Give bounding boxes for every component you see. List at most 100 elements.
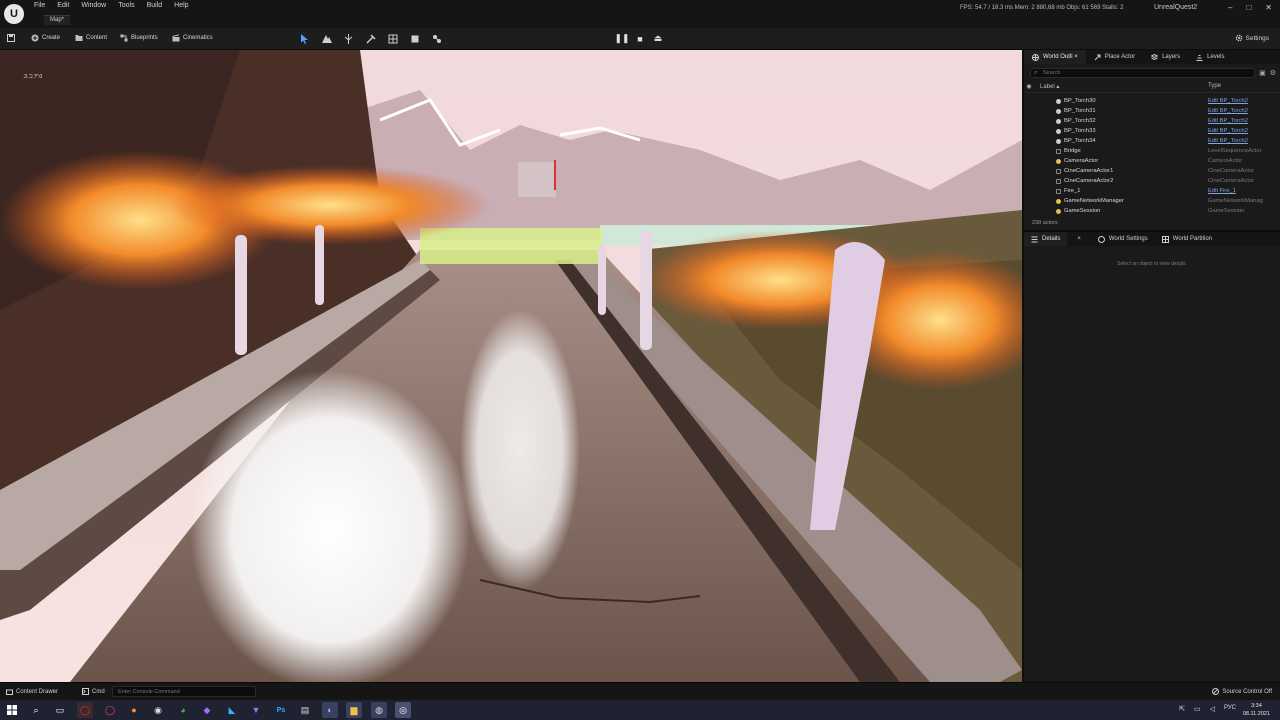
tab-world-outliner[interactable]: World Outli × <box>1024 50 1086 64</box>
paint-mode-icon[interactable] <box>365 33 376 44</box>
outliner-search[interactable]: ⌕ <box>1030 68 1255 78</box>
label-column-header[interactable]: Label ▴ <box>1034 83 1208 92</box>
viewport-overlay-text: スコア:0 <box>23 74 43 80</box>
layers-icon <box>1151 53 1159 60</box>
outliner-row[interactable]: Bridge LevelSequenceActor <box>1024 146 1280 156</box>
menu-build[interactable]: Build <box>147 2 163 9</box>
settings-button[interactable]: Settings <box>1235 34 1269 42</box>
console-command-input[interactable] <box>112 686 256 697</box>
foliage-mode-icon[interactable] <box>343 33 354 44</box>
rider-icon[interactable]: ▼ <box>248 702 264 718</box>
tab-world-settings[interactable]: World Settings <box>1091 232 1155 246</box>
source-control-button[interactable]: Source Control Off <box>1212 688 1272 695</box>
save-icon <box>7 34 15 42</box>
visual-studio-icon[interactable]: ◆ <box>199 702 215 718</box>
actor-type-link[interactable]: Edit BP_Torch2 <box>1208 128 1248 134</box>
epic-launcher-icon[interactable]: ◍ <box>371 702 387 718</box>
actor-name-cell: CineCameraActor2 <box>1024 178 1208 184</box>
vscode-icon[interactable]: ◣ <box>224 702 240 718</box>
actor-name-cell: GameNetworkManager <box>1024 198 1208 204</box>
discord-icon[interactable]: ◐ <box>322 702 338 718</box>
unreal-logo-icon[interactable]: U <box>4 4 24 24</box>
stop-button[interactable]: ■ <box>635 33 645 44</box>
fracture-mode-icon[interactable] <box>409 33 420 44</box>
landscape-mode-icon[interactable] <box>321 33 332 44</box>
tray-battery-icon[interactable]: ▭ <box>1194 705 1201 713</box>
actor-type-link[interactable]: Edit BP_Torch2 <box>1208 138 1248 144</box>
outliner-tools: ▣ ⚙ <box>1259 69 1276 77</box>
save-button[interactable] <box>7 34 15 42</box>
opera-icon[interactable]: ◯ <box>77 702 93 718</box>
outliner-row[interactable]: BP_Torch33 Edit BP_Torch2 <box>1024 126 1280 136</box>
photoshop-icon[interactable]: Ps <box>273 702 289 718</box>
menu-help[interactable]: Help <box>174 2 188 9</box>
menu-tools[interactable]: Tools <box>118 2 134 9</box>
map-tab[interactable]: Map* <box>44 15 71 25</box>
outliner-row[interactable]: BP_Torch31 Edit BP_Torch2 <box>1024 106 1280 116</box>
audio-icon[interactable]: ▤ <box>297 702 313 718</box>
select-mode-icon[interactable] <box>299 33 310 44</box>
outliner-row[interactable]: BP_Torch34 Edit BP_Torch2 <box>1024 136 1280 146</box>
content-drawer-button[interactable]: Content Drawer <box>6 688 58 695</box>
outliner-settings-icon[interactable]: ⚙ <box>1270 69 1276 77</box>
add-folder-icon[interactable]: ▣ <box>1259 69 1266 77</box>
actor-type-link[interactable]: Edit Fire_1 <box>1208 188 1236 194</box>
actor-type-link[interactable]: Edit BP_Torch2 <box>1208 118 1248 124</box>
task-view-icon[interactable]: ▭ <box>52 702 68 718</box>
menu-window[interactable]: Window <box>81 2 106 9</box>
actor-type-link[interactable]: Edit BP_Torch2 <box>1208 108 1248 114</box>
firefox-icon[interactable]: ● <box>126 702 142 718</box>
tray-language[interactable]: РУС <box>1224 705 1236 713</box>
tab-label: Place Actor <box>1104 54 1136 60</box>
windows-start-icon[interactable] <box>4 702 20 718</box>
outliner-row[interactable]: CineCameraActor1 CineCameraActor <box>1024 166 1280 176</box>
outliner-row[interactable]: CameraActor CameraActor <box>1024 156 1280 166</box>
outliner-row[interactable]: BP_Torch32 Edit BP_Torch2 <box>1024 116 1280 126</box>
tab-layers[interactable]: Layers <box>1143 50 1188 64</box>
outliner-row[interactable]: BP_Torch30 Edit BP_Torch2 <box>1024 96 1280 106</box>
cmd-button[interactable]: Cmd <box>82 688 105 695</box>
system-tray: ⇱ ▭ ◁ РУС <box>1179 705 1236 713</box>
tab-world-partition[interactable]: World Partition <box>1155 232 1219 246</box>
tray-network-icon[interactable]: ⇱ <box>1179 705 1185 713</box>
create-button[interactable]: Create <box>31 34 60 42</box>
mesh-mode-icon[interactable] <box>387 33 398 44</box>
tab-place-actor[interactable]: Place Actor <box>1086 50 1143 64</box>
play-controls: ❚❚ ■ ⏏ <box>614 33 663 44</box>
menu-file[interactable]: File <box>34 2 45 9</box>
content-button[interactable]: Content <box>75 34 107 42</box>
pause-button[interactable]: ❚❚ <box>614 33 629 44</box>
level-viewport[interactable]: スコア:0 <box>0 50 1022 682</box>
tab-details[interactable]: Details <box>1024 232 1068 246</box>
outliner-row[interactable]: CineCameraActor2 CineCameraActor <box>1024 176 1280 186</box>
type-column-header[interactable]: Type <box>1208 83 1221 92</box>
actor-name-cell: Fire_1 <box>1024 188 1208 194</box>
tray-volume-icon[interactable]: ◁ <box>1210 705 1215 713</box>
unreal-editor-icon[interactable]: ◎ <box>395 702 411 718</box>
minimize-button[interactable]: – <box>1228 3 1232 12</box>
tray-clock[interactable]: 3:34 08.11.2021 <box>1243 702 1270 718</box>
outliner-row[interactable]: GameNetworkManager GameNetworkManag <box>1024 196 1280 206</box>
cinematics-button[interactable]: Cinematics <box>172 34 213 42</box>
outliner-search-input[interactable] <box>1031 69 1254 77</box>
menu-edit[interactable]: Edit <box>57 2 69 9</box>
maximize-button[interactable]: □ <box>1246 3 1251 12</box>
actor-type-link[interactable]: Edit BP_Torch2 <box>1208 98 1248 104</box>
brush-mode-icon[interactable] <box>431 33 442 44</box>
actor-icon <box>1056 188 1061 194</box>
tab-levels[interactable]: Levels <box>1188 50 1232 64</box>
close-details-icon[interactable]: × <box>1067 232 1091 246</box>
opera-gx-icon[interactable]: ◯ <box>102 702 118 718</box>
obs-icon[interactable]: ◉ <box>150 702 166 718</box>
close-button[interactable]: ✕ <box>1265 3 1272 12</box>
outliner-row[interactable]: GameSession GameSession <box>1024 206 1280 216</box>
outliner-row[interactable]: Fire_1 Edit Fire_1 <box>1024 186 1280 196</box>
eject-button[interactable]: ⏏ <box>653 33 663 44</box>
visibility-eye-icon[interactable]: ◉ <box>1024 83 1034 92</box>
search-icon[interactable]: ⌕ <box>28 702 44 718</box>
blueprints-label: Blueprints <box>131 35 158 41</box>
file-explorer-icon[interactable]: ▆ <box>346 702 362 718</box>
chrome-icon[interactable]: ◕ <box>175 702 191 718</box>
actor-icon <box>1056 138 1061 144</box>
blueprints-button[interactable]: Blueprints <box>120 34 158 42</box>
